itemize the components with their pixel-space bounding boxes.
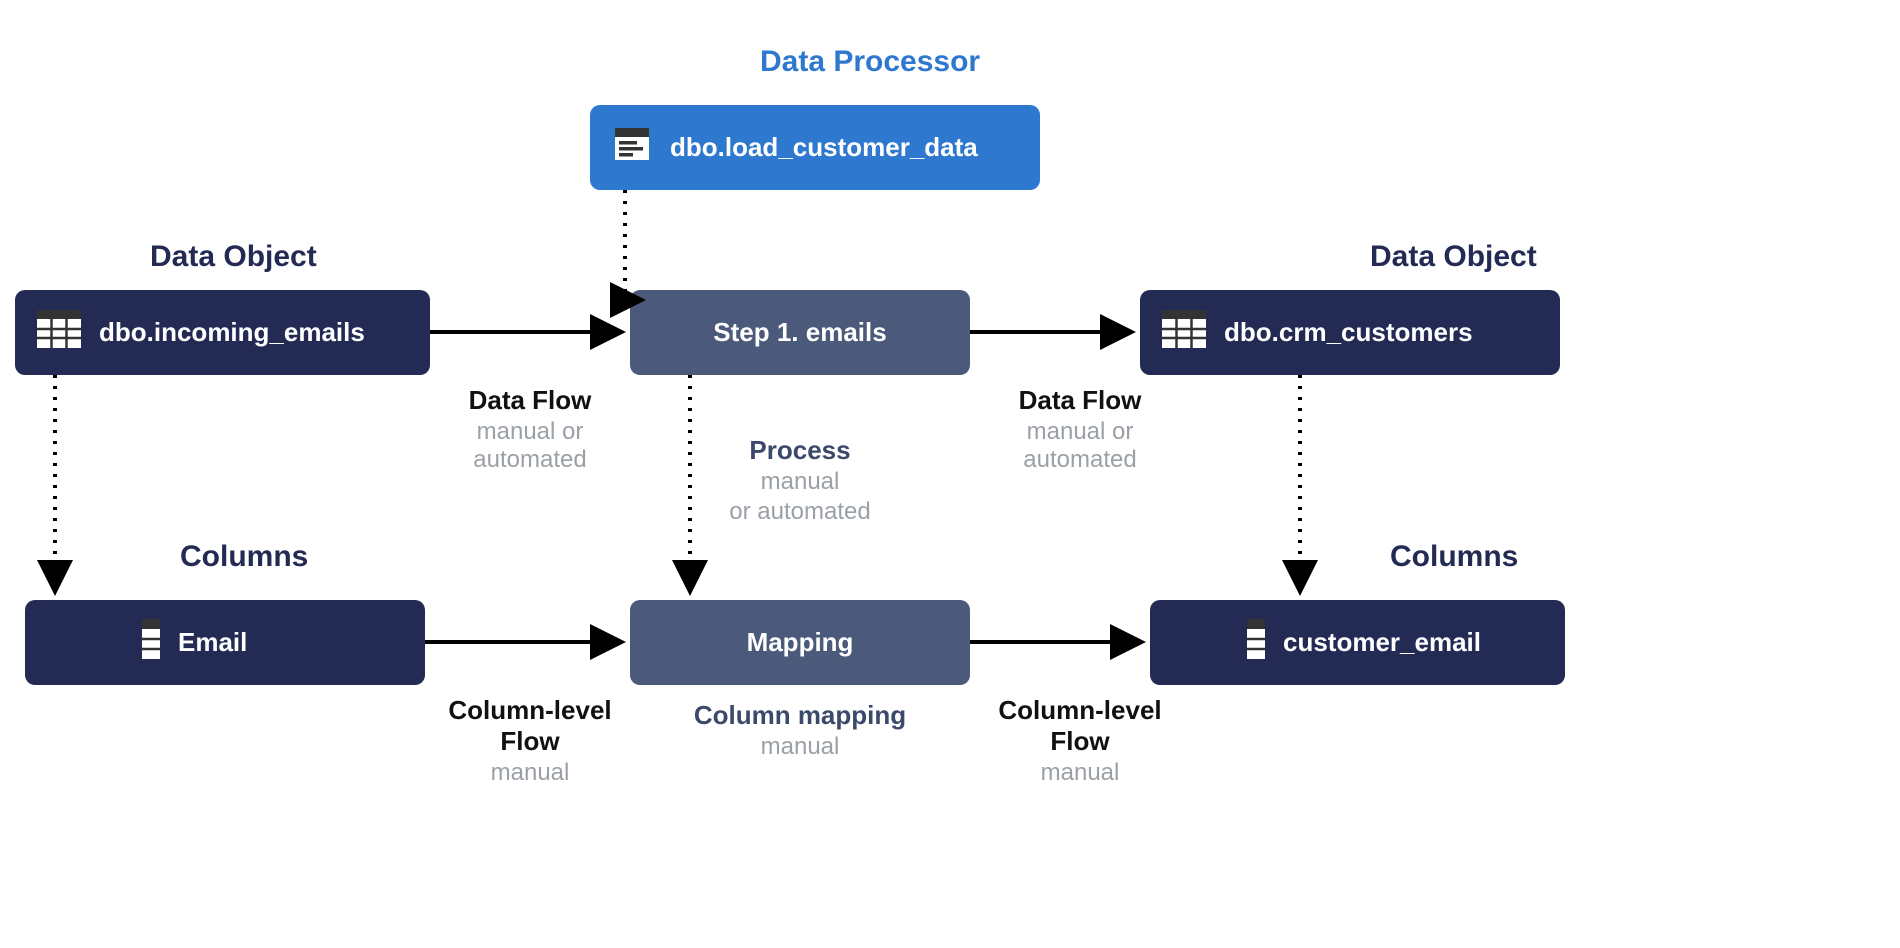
heading-data-object-left: Data Object [150, 240, 317, 274]
diagram-canvas: Data Processor Data Object Data Object C… [0, 0, 1900, 948]
node-step-label: Step 1. emails [713, 317, 886, 348]
node-mapping: Mapping [630, 600, 970, 685]
label-data-flow-left: Data Flow manual or automated [430, 385, 630, 474]
label-col-flow-left: Column-level Flow manual [430, 695, 630, 787]
label-col-mapping-sub: manual [670, 733, 930, 761]
column-icon [1247, 619, 1265, 666]
node-data-processor-label: dbo.load_customer_data [670, 132, 978, 163]
node-source-table: dbo.incoming_emails [15, 290, 430, 375]
label-process-title: Process [710, 435, 890, 466]
label-process-sub2: or automated [710, 498, 890, 526]
heading-data-object-right: Data Object [1370, 240, 1537, 274]
table-icon [1162, 310, 1206, 355]
label-data-flow-right: Data Flow manual or automated [980, 385, 1180, 474]
document-lines-icon [612, 124, 652, 171]
node-dest-table: dbo.crm_customers [1140, 290, 1560, 375]
heading-columns-right: Columns [1390, 540, 1518, 574]
node-step: Step 1. emails [630, 290, 970, 375]
node-source-column: Email [25, 600, 425, 685]
node-source-table-label: dbo.incoming_emails [99, 317, 365, 348]
label-process: Process manual or automated [710, 435, 890, 526]
node-dest-column: customer_email [1150, 600, 1565, 685]
label-data-flow-right-title: Data Flow [980, 385, 1180, 416]
label-data-flow-right-sub: manual or automated [980, 418, 1180, 474]
label-col-flow-left-sub: manual [430, 759, 630, 787]
node-mapping-label: Mapping [747, 627, 854, 658]
label-col-flow-left-title: Column-level Flow [430, 695, 630, 757]
label-col-flow-right-title: Column-level Flow [980, 695, 1180, 757]
label-data-flow-left-sub: manual or automated [430, 418, 630, 474]
node-dest-column-label: customer_email [1283, 627, 1481, 658]
label-process-sub1: manual [710, 468, 890, 496]
node-data-processor: dbo.load_customer_data [590, 105, 1040, 190]
heading-data-processor: Data Processor [760, 45, 980, 79]
node-dest-table-label: dbo.crm_customers [1224, 317, 1473, 348]
table-icon [37, 310, 81, 355]
column-icon [142, 619, 160, 666]
label-col-mapping: Column mapping manual [670, 700, 930, 761]
label-col-flow-right-sub: manual [980, 759, 1180, 787]
label-col-mapping-title: Column mapping [670, 700, 930, 731]
heading-columns-left: Columns [180, 540, 308, 574]
label-col-flow-right: Column-level Flow manual [980, 695, 1180, 787]
label-data-flow-left-title: Data Flow [430, 385, 630, 416]
node-source-column-label: Email [178, 627, 247, 658]
